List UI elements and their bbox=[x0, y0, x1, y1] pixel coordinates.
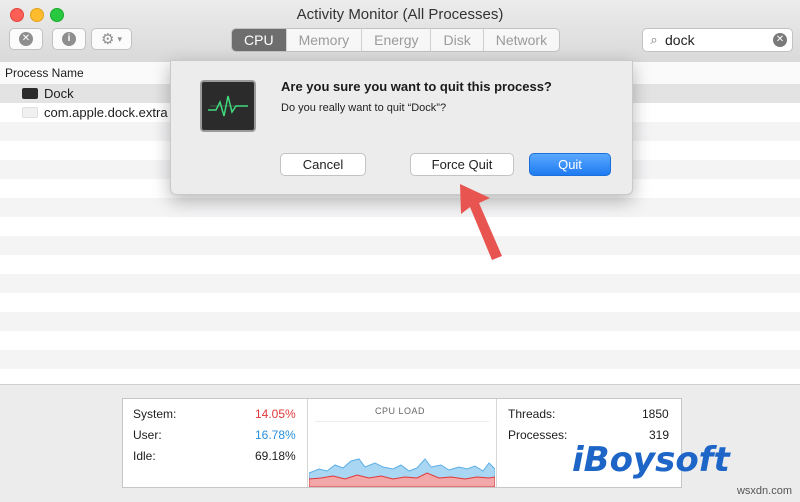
chevron-down-icon: ▾ bbox=[117, 33, 122, 44]
empty-row bbox=[0, 350, 800, 369]
watermark: wsxdn.com bbox=[736, 485, 792, 497]
search-icon: ⌕ bbox=[650, 32, 658, 47]
search-input[interactable]: dock bbox=[665, 32, 773, 48]
title-bar: Activity Monitor (All Processes) ✕ i ⚙ ▾… bbox=[0, 0, 800, 63]
column-process-name[interactable]: Process Name bbox=[5, 66, 84, 80]
user-value: 16.78% bbox=[255, 428, 296, 442]
cpu-load-graph bbox=[309, 421, 495, 487]
empty-row bbox=[0, 312, 800, 331]
close-icon: ✕ bbox=[19, 32, 33, 46]
force-quit-button[interactable]: Force Quit bbox=[410, 153, 514, 176]
search-field[interactable]: ⌕ dock ✕ bbox=[642, 28, 793, 52]
gear-icon: ⚙ bbox=[101, 31, 115, 48]
tab-memory[interactable]: Memory bbox=[285, 29, 362, 51]
quit-button[interactable]: Quit bbox=[529, 153, 611, 176]
tab-energy[interactable]: Energy bbox=[361, 29, 430, 51]
user-label: User: bbox=[133, 428, 162, 442]
stop-process-button[interactable]: ✕ bbox=[9, 28, 43, 50]
settings-menu-button[interactable]: ⚙ ▾ bbox=[91, 28, 132, 50]
dialog-title: Are you sure you want to quit this proce… bbox=[281, 79, 552, 94]
info-icon: i bbox=[62, 32, 76, 46]
empty-row bbox=[0, 198, 800, 217]
quit-process-dialog: Are you sure you want to quit this proce… bbox=[170, 60, 633, 195]
tab-network[interactable]: Network bbox=[482, 29, 559, 51]
clear-search-icon[interactable]: ✕ bbox=[773, 33, 787, 47]
divider bbox=[496, 399, 497, 487]
dock-app-icon bbox=[22, 88, 38, 99]
cancel-button[interactable]: Cancel bbox=[280, 153, 366, 176]
empty-row bbox=[0, 274, 800, 293]
idle-label: Idle: bbox=[133, 449, 156, 463]
activity-monitor-app-icon bbox=[200, 80, 256, 132]
threads-label: Threads: bbox=[508, 407, 556, 421]
generic-app-icon bbox=[22, 107, 38, 118]
dialog-message: Do you really want to quit “Dock”? bbox=[281, 102, 447, 114]
empty-row bbox=[0, 236, 800, 255]
threads-value: 1850 bbox=[642, 407, 669, 421]
annotation-arrow-icon bbox=[460, 184, 502, 260]
cpu-load-title: CPU LOAD bbox=[375, 406, 426, 416]
divider bbox=[307, 399, 308, 487]
tab-cpu[interactable]: CPU bbox=[232, 29, 286, 51]
process-name: Dock bbox=[44, 86, 74, 101]
processes-label: Processes: bbox=[508, 428, 568, 442]
process-name: com.apple.dock.extra bbox=[44, 105, 168, 120]
system-value: 14.05% bbox=[255, 407, 296, 421]
tab-bar: CPU Memory Energy Disk Network bbox=[231, 28, 561, 52]
idle-value: 69.18% bbox=[255, 449, 296, 463]
brand-logo: iBoysoft bbox=[572, 440, 730, 480]
system-label: System: bbox=[133, 407, 177, 421]
inspect-process-button[interactable]: i bbox=[52, 28, 86, 50]
tab-disk[interactable]: Disk bbox=[430, 29, 482, 51]
window-title: Activity Monitor (All Processes) bbox=[296, 6, 504, 23]
